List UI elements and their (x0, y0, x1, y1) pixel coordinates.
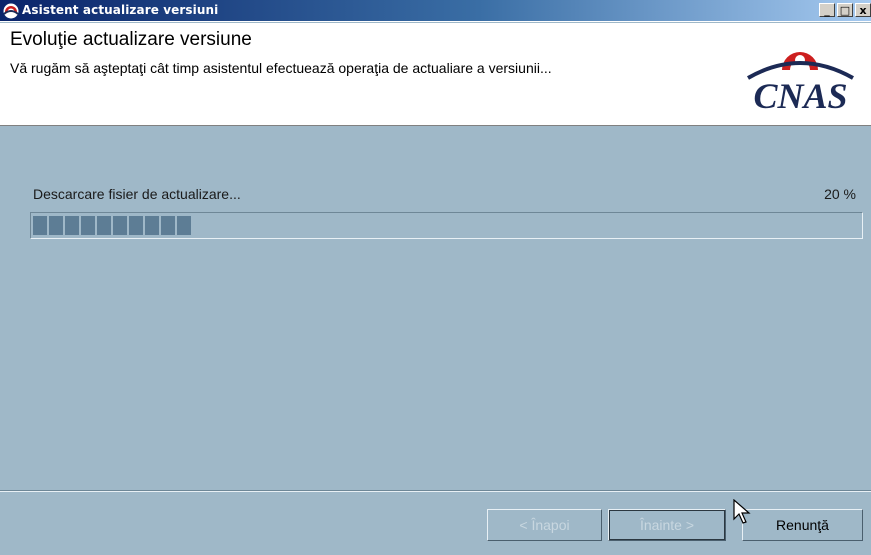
progress-segment (177, 216, 191, 235)
progress-segment (129, 216, 143, 235)
cnas-logo-arc-icon (747, 52, 854, 80)
close-button[interactable]: x (855, 3, 871, 17)
progress-segment (145, 216, 159, 235)
progress-fill (33, 216, 193, 235)
window-title: Asistent actualizare versiuni (22, 3, 219, 17)
progress-segment (49, 216, 63, 235)
progress-segment (33, 216, 47, 235)
mouse-pointer-icon (733, 499, 751, 524)
minimize-button[interactable]: _ (819, 3, 835, 17)
progress-segment (113, 216, 127, 235)
progress-segment (81, 216, 95, 235)
download-progress-bar (30, 212, 863, 239)
cnas-logo-text: CNAS (753, 76, 848, 116)
page-title: Evoluţie actualizare versiune (10, 29, 252, 50)
next-button[interactable]: Înainte > (608, 509, 726, 541)
progress-segment (65, 216, 79, 235)
update-wizard-window: Asistent actualizare versiuni _ □ x Evol… (0, 0, 871, 555)
app-icon (3, 3, 19, 19)
cancel-button[interactable]: Renunţă (742, 509, 863, 541)
footer-separator (0, 490, 871, 492)
progress-status-label: Descarcare fisier de actualizare... (33, 186, 241, 202)
progress-segment (161, 216, 175, 235)
back-button[interactable]: < Înapoi (487, 509, 602, 541)
cnas-logo: CNAS (738, 30, 863, 114)
maximize-button[interactable]: □ (837, 3, 853, 17)
progress-percent-label: 20 % (824, 186, 856, 202)
title-bar[interactable]: Asistent actualizare versiuni _ □ x (0, 0, 871, 22)
page-subtitle: Vă rugăm să aşteptaţi cât timp asistentu… (10, 60, 552, 76)
wizard-header: Evoluţie actualizare versiune Vă rugăm s… (0, 23, 871, 126)
progress-segment (97, 216, 111, 235)
window-controls: _ □ x (817, 2, 871, 20)
